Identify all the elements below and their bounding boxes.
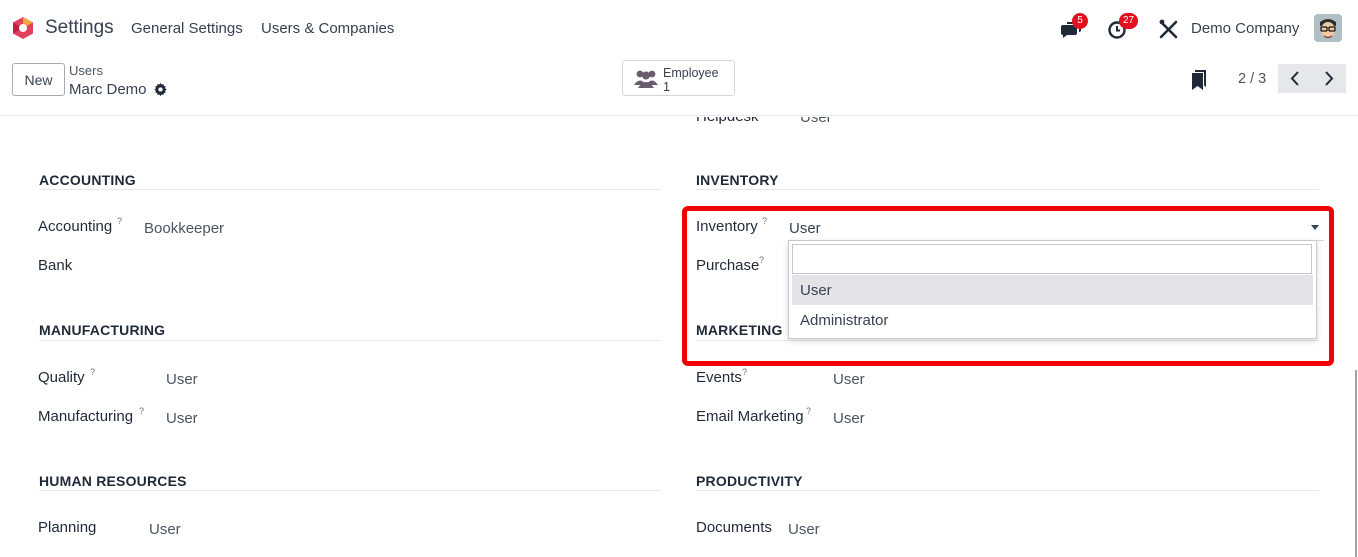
chevron-right-icon [1325, 71, 1334, 86]
field-value-documents[interactable]: User [788, 521, 820, 538]
field-label-events: Events [696, 369, 742, 386]
gear-icon[interactable] [153, 82, 168, 97]
smart-button-count: 1 [663, 80, 670, 94]
section-title-marketing: MARKETING [696, 322, 783, 338]
pager-previous-button[interactable] [1278, 64, 1312, 93]
app-title[interactable]: Settings [45, 17, 114, 39]
field-label-quality: Quality [38, 369, 85, 386]
section-title-inventory: INVENTORY [696, 172, 779, 188]
field-value-planning[interactable]: User [149, 521, 181, 538]
section-divider [39, 189, 661, 190]
odoo-logo-icon[interactable] [11, 16, 35, 40]
section-divider [696, 340, 1319, 341]
messages-button[interactable]: 5 [1058, 13, 1088, 42]
menu-users-companies[interactable]: Users & Companies [261, 20, 394, 37]
inventory-select[interactable]: User [789, 220, 821, 237]
section-divider [696, 189, 1319, 190]
company-switcher[interactable]: Demo Company [1191, 20, 1299, 37]
helpdesk-row-clipped: Helpdesk User [0, 117, 1352, 127]
field-label-email-marketing: Email Marketing [696, 408, 804, 425]
smart-button-label: Employee [663, 66, 719, 80]
field-label-accounting: Accounting [38, 218, 113, 235]
pager-value[interactable]: 2 / 3 [1238, 71, 1266, 87]
dropdown-search-input[interactable] [792, 244, 1312, 274]
top-navbar: Settings General Settings Users & Compan… [0, 0, 1358, 57]
help-tooltip-icon[interactable]: ? [90, 367, 95, 377]
field-value-accounting[interactable]: Bookkeeper [144, 220, 224, 237]
dropdown-option-administrator[interactable]: Administrator [792, 305, 1313, 335]
activities-count-badge: 27 [1119, 13, 1139, 29]
control-panel: New Users Marc Demo Employee 1 2 / 3 [0, 57, 1358, 116]
help-tooltip-icon[interactable]: ? [759, 255, 764, 265]
section-divider [696, 490, 1319, 491]
field-value-manufacturing[interactable]: User [166, 410, 198, 427]
section-divider [39, 340, 661, 341]
field-label-planning: Planning [38, 519, 97, 536]
section-title-productivity: PRODUCTIVITY [696, 473, 803, 489]
section-title-human-resources: HUMAN RESOURCES [39, 473, 187, 489]
caret-down-icon[interactable] [1311, 225, 1319, 231]
field-label-bank: Bank [38, 257, 73, 274]
activities-button[interactable]: 27 [1106, 13, 1139, 42]
field-value-email-marketing[interactable]: User [833, 410, 865, 427]
help-tooltip-icon[interactable]: ? [762, 216, 767, 226]
employee-smart-button[interactable]: Employee 1 [622, 60, 735, 96]
section-divider [39, 490, 661, 491]
breadcrumb-parent[interactable]: Users [69, 63, 103, 78]
help-tooltip-icon[interactable]: ? [806, 406, 811, 416]
field-label-manufacturing: Manufacturing [38, 408, 134, 425]
help-tooltip-icon[interactable]: ? [742, 367, 747, 377]
pager-next-button[interactable] [1312, 64, 1346, 93]
section-title-accounting: ACCOUNTING [39, 172, 136, 188]
help-tooltip-icon[interactable]: ? [117, 216, 122, 226]
new-button[interactable]: New [12, 63, 65, 96]
bookmark-icon[interactable] [1192, 70, 1206, 90]
avatar[interactable] [1314, 14, 1342, 42]
field-label-helpdesk: Helpdesk [696, 117, 759, 125]
breadcrumb-current: Marc Demo [69, 81, 147, 98]
section-title-manufacturing: MANUFACTURING [39, 322, 166, 338]
user-avatar-icon [1314, 14, 1342, 42]
field-value-quality[interactable]: User [166, 371, 198, 388]
tools-icon [1159, 19, 1178, 39]
inventory-dropdown-menu: User Administrator [788, 240, 1317, 339]
field-value-helpdesk[interactable]: User [800, 117, 832, 126]
field-value-events[interactable]: User [833, 371, 865, 388]
scrollbar-thumb[interactable] [1355, 370, 1357, 557]
messages-count-badge: 5 [1072, 13, 1088, 29]
help-tooltip-icon[interactable]: ? [139, 406, 144, 416]
field-label-purchase: Purchase [696, 257, 760, 274]
debug-tools-button[interactable] [1156, 16, 1182, 42]
dropdown-option-user[interactable]: User [792, 275, 1313, 305]
menu-general-settings[interactable]: General Settings [131, 20, 243, 37]
chevron-left-icon [1290, 71, 1299, 86]
users-icon [634, 70, 658, 88]
field-label-documents: Documents [696, 519, 772, 536]
field-label-inventory: Inventory [696, 218, 758, 235]
